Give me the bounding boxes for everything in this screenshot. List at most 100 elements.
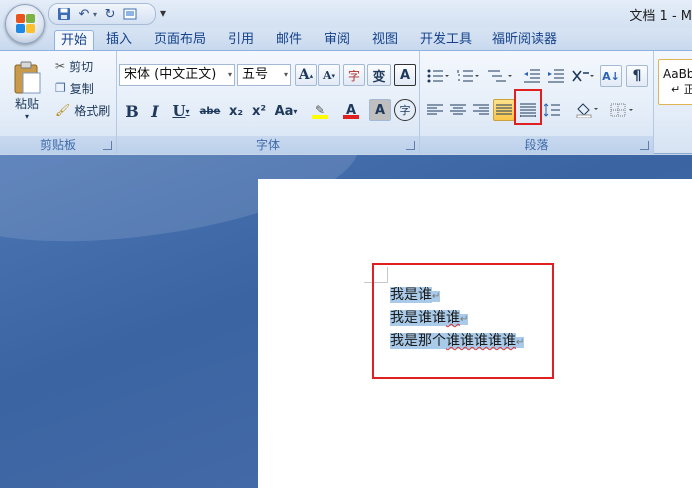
bullets-button[interactable] bbox=[424, 65, 452, 87]
align-right-icon bbox=[473, 104, 489, 115]
text-highlight-button[interactable]: ✎ bbox=[305, 99, 335, 123]
font-color-button[interactable]: A bbox=[337, 99, 365, 123]
tab-developer[interactable]: 开发工具 bbox=[414, 30, 478, 50]
strikethrough-icon: abe bbox=[199, 105, 221, 117]
quick-access-toolbar: ↶ ▾ ↻ bbox=[48, 3, 156, 25]
paste-button[interactable]: 粘贴 ▾ bbox=[6, 55, 48, 127]
line-spacing-button[interactable] bbox=[541, 99, 567, 121]
tab-page-layout[interactable]: 页面布局 bbox=[148, 30, 212, 50]
multilevel-list-button[interactable] bbox=[484, 65, 516, 87]
watermark-logo-icon: S bbox=[525, 428, 554, 457]
style-preview: AaBb bbox=[663, 67, 692, 81]
multilevel-list-icon bbox=[488, 70, 512, 82]
paste-dropdown-icon: ▾ bbox=[24, 112, 29, 121]
numbering-button[interactable] bbox=[454, 65, 482, 87]
tab-mailings[interactable]: 邮件 bbox=[270, 30, 308, 50]
chinese-layout-button[interactable] bbox=[568, 65, 598, 87]
font-family-value: 宋体 (中文正文) bbox=[124, 67, 217, 82]
highlight-color-swatch bbox=[312, 115, 328, 119]
tab-view[interactable]: 视图 bbox=[366, 30, 404, 50]
style-normal-button[interactable]: AaBb ↵ 正 bbox=[658, 59, 692, 105]
bold-button[interactable]: B bbox=[121, 99, 143, 123]
font-color-swatch bbox=[343, 115, 359, 119]
increase-indent-button[interactable] bbox=[544, 65, 568, 87]
strikethrough-button[interactable]: abe bbox=[197, 99, 223, 123]
sort-button[interactable]: A↓ bbox=[600, 65, 622, 87]
tab-references[interactable]: 引用 bbox=[222, 30, 260, 50]
clear-formatting-button[interactable]: 字 bbox=[343, 64, 365, 86]
redo-icon[interactable]: ↻ bbox=[103, 7, 117, 22]
font-group: 宋体 (中文正文) ▾ 五号 ▾ A ▴ A ▾ 字 变 A B I U ▾ abe… bbox=[117, 51, 420, 154]
align-right-button[interactable] bbox=[470, 99, 492, 121]
paragraph-group-label: 段落 bbox=[420, 136, 653, 154]
show-formatting-marks-button[interactable]: ¶ bbox=[626, 65, 648, 87]
office-button[interactable] bbox=[5, 4, 45, 44]
align-left-button[interactable] bbox=[424, 99, 446, 121]
style-preview-sub: ↵ 正 bbox=[671, 83, 692, 96]
cut-button[interactable]: ✂ 剪切 bbox=[52, 56, 96, 76]
borders-button[interactable] bbox=[606, 99, 640, 121]
justify-button[interactable] bbox=[493, 99, 515, 121]
tab-insert[interactable]: 插入 bbox=[100, 30, 138, 50]
underline-button[interactable]: U ▾ bbox=[167, 99, 195, 123]
character-shading-button[interactable]: A bbox=[369, 99, 391, 121]
font-size-value: 五号 bbox=[242, 67, 269, 82]
italic-button[interactable]: I bbox=[144, 99, 166, 123]
paragraph-launcher-icon[interactable] bbox=[640, 141, 649, 150]
superscript-icon: x² bbox=[251, 103, 267, 119]
tab-review[interactable]: 审阅 bbox=[318, 30, 356, 50]
format-painter-icon: 🖌 bbox=[55, 103, 71, 117]
align-center-button[interactable] bbox=[447, 99, 469, 121]
font-size-select[interactable]: 五号 ▾ bbox=[237, 64, 291, 86]
document-area: 我是谁↵ 我是谁谁谁↵ 我是那个谁谁谁谁谁↵ S 搜狗指南 zhinan.sogo… bbox=[0, 155, 692, 488]
copy-icon: ❐ bbox=[55, 81, 66, 95]
line-spacing-icon bbox=[544, 103, 560, 117]
font-launcher-icon[interactable] bbox=[406, 141, 415, 150]
superscript-button[interactable]: x² bbox=[248, 99, 270, 123]
italic-icon: I bbox=[151, 101, 159, 121]
phonetic-guide-button[interactable]: 变 bbox=[367, 64, 391, 86]
window-title: 文档 1 - M bbox=[629, 9, 692, 24]
enclose-characters-button[interactable]: 字 bbox=[394, 99, 416, 121]
copy-button[interactable]: ❐ 复制 bbox=[52, 78, 97, 98]
format-painter-button[interactable]: 🖌 格式刷 bbox=[52, 100, 113, 120]
styles-group: AaBb ↵ 正 bbox=[654, 51, 692, 154]
character-shading-icon: A bbox=[374, 102, 386, 118]
office-logo-icon bbox=[16, 14, 36, 34]
shading-button[interactable] bbox=[571, 99, 603, 121]
subscript-button[interactable]: x₂ bbox=[225, 99, 247, 123]
clipboard-launcher-icon[interactable] bbox=[103, 141, 112, 150]
grow-font-button[interactable]: A ▴ bbox=[295, 64, 317, 86]
increase-indent-icon bbox=[548, 69, 564, 83]
numbering-icon bbox=[457, 70, 479, 82]
character-border-button[interactable]: A bbox=[394, 64, 416, 86]
print-preview-icon[interactable] bbox=[123, 7, 137, 21]
borders-icon bbox=[610, 103, 633, 117]
bold-icon: B bbox=[125, 101, 139, 121]
highlight-box-distributed-align bbox=[514, 89, 542, 125]
undo-dropdown-icon[interactable]: ▾ bbox=[93, 10, 97, 19]
save-icon[interactable] bbox=[57, 7, 71, 21]
enclose-characters-icon: 字 bbox=[399, 104, 411, 117]
align-left-icon bbox=[427, 104, 443, 115]
decrease-indent-icon bbox=[524, 69, 540, 83]
shrink-font-button[interactable]: A ▾ bbox=[318, 64, 340, 86]
tab-home[interactable]: 开始 bbox=[54, 30, 95, 50]
grow-font-icon: A bbox=[298, 67, 310, 83]
change-case-button[interactable]: Aa ▾ bbox=[271, 99, 301, 123]
chevron-down-icon: ▾ bbox=[283, 70, 288, 79]
customize-qat-icon[interactable]: ▾ bbox=[160, 6, 166, 20]
scissors-icon: ✂ bbox=[55, 59, 66, 73]
title-bar: ↶ ▾ ↻ ▾ 文档 1 - M bbox=[0, 0, 692, 28]
ribbon-tabs: 开始 插入 页面布局 引用 邮件 审阅 视图 开发工具 福昕阅读器 bbox=[0, 28, 692, 50]
align-center-icon bbox=[450, 104, 466, 115]
sort-icon: A↓ bbox=[602, 69, 620, 83]
copy-label: 复制 bbox=[69, 81, 94, 96]
font-family-select[interactable]: 宋体 (中文正文) ▾ bbox=[119, 64, 235, 86]
decrease-indent-button[interactable] bbox=[520, 65, 544, 87]
format-painter-label: 格式刷 bbox=[74, 103, 111, 118]
shrink-font-icon: A bbox=[322, 68, 332, 82]
tab-foxit-reader[interactable]: 福昕阅读器 bbox=[486, 30, 563, 50]
undo-icon[interactable]: ↶ bbox=[77, 7, 91, 22]
ribbon: 粘贴 ▾ ✂ 剪切 ❐ 复制 🖌 格式刷 剪贴板 宋体 (中文正文) ▾ 五号 … bbox=[0, 50, 692, 154]
